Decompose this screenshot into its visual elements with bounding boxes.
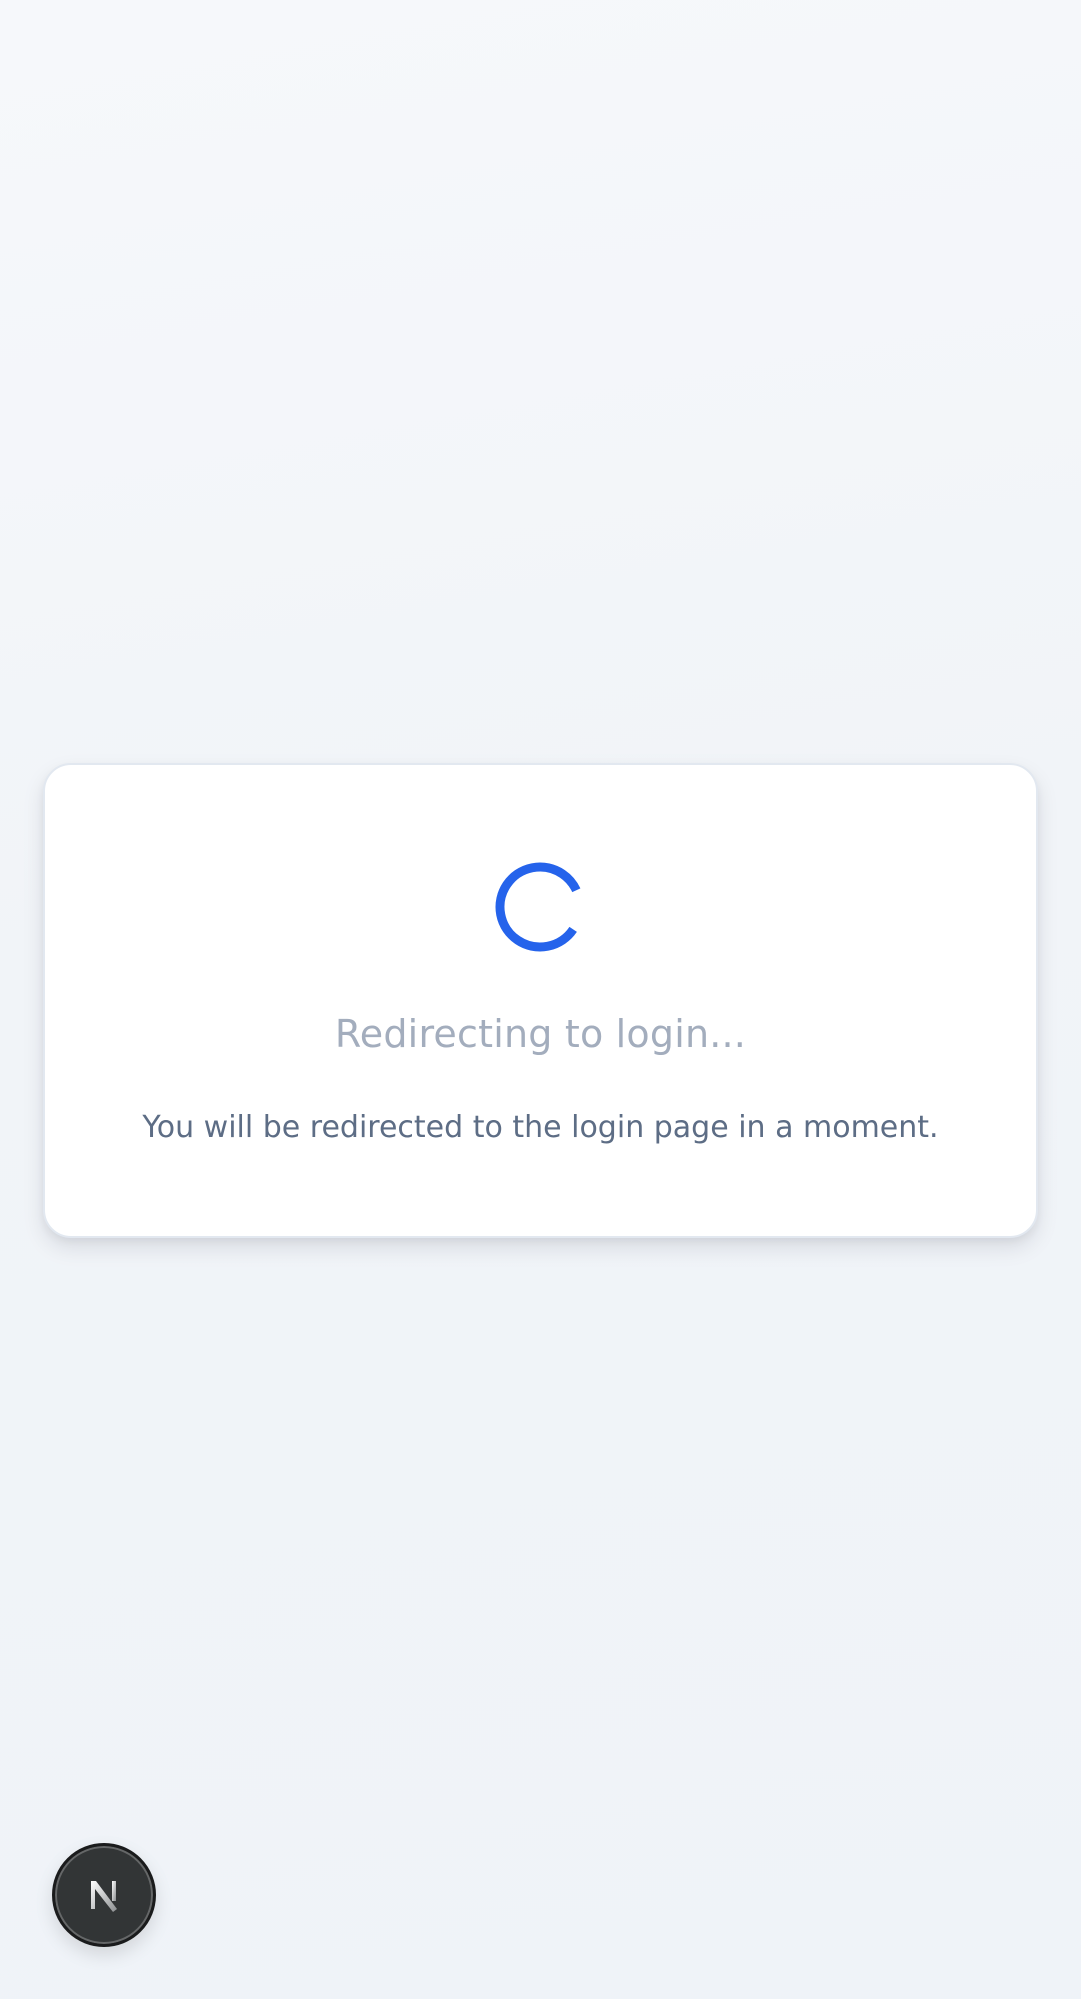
redirect-message: You will be redirected to the login page… — [142, 1110, 939, 1145]
redirect-card — [43, 763, 1038, 1238]
loading-spinner-icon — [495, 862, 585, 952]
nextjs-logo-icon — [91, 1881, 117, 1912]
redirect-title: Redirecting to login... — [334, 1012, 747, 1056]
redirect-page: Redirecting to login... You will be redi… — [0, 0, 1081, 1999]
nextjs-dev-indicator-button[interactable] — [52, 1843, 156, 1947]
